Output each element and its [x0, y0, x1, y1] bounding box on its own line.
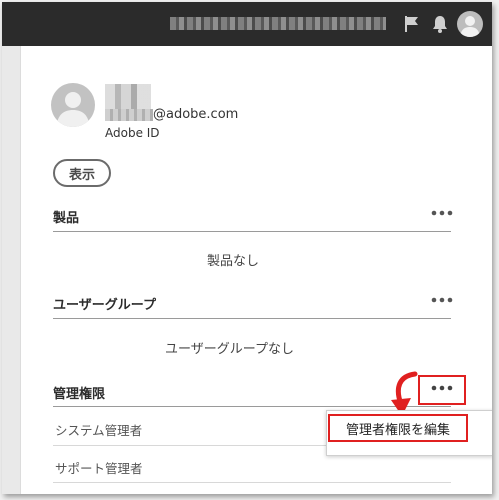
products-title: 製品	[53, 211, 80, 226]
blurred-org-name	[170, 17, 386, 30]
user-groups-divider	[53, 318, 451, 319]
products-divider	[53, 231, 451, 232]
role-support-admin: サポート管理者	[55, 461, 143, 476]
user-groups-more-icon[interactable]	[431, 297, 453, 309]
top-bar	[2, 2, 492, 46]
more-button-highlight	[418, 375, 466, 405]
user-groups-empty-text: ユーザーグループなし	[165, 342, 294, 357]
view-button[interactable]: 表示	[53, 159, 111, 187]
flag-icon[interactable]	[402, 14, 422, 34]
user-details-panel: @adobe.com Adobe ID 表示 製品 製品なし ユーザーグループ …	[21, 46, 492, 494]
account-type-label: Adobe ID	[105, 126, 160, 140]
role-system-admin: システム管理者	[55, 423, 143, 438]
user-groups-title: ユーザーグループ	[53, 298, 156, 313]
user-avatar-icon	[51, 83, 95, 127]
app-window: @adobe.com Adobe ID 表示 製品 製品なし ユーザーグループ …	[2, 2, 492, 494]
admin-roles-context-menu: 管理者権限を編集	[326, 410, 492, 456]
blurred-email-prefix	[105, 109, 153, 121]
edit-admin-roles-menu-item[interactable]: 管理者権限を編集	[328, 414, 468, 442]
user-avatar-icon[interactable]	[457, 11, 483, 37]
email-domain: @adobe.com	[153, 107, 239, 122]
products-more-icon[interactable]	[431, 210, 453, 222]
role-divider	[53, 482, 451, 483]
admin-roles-title: 管理権限	[53, 387, 106, 402]
bell-icon[interactable]	[430, 14, 450, 34]
blurred-user-name	[105, 84, 151, 110]
sidebar-edge	[2, 46, 21, 494]
products-empty-text: 製品なし	[207, 254, 260, 269]
